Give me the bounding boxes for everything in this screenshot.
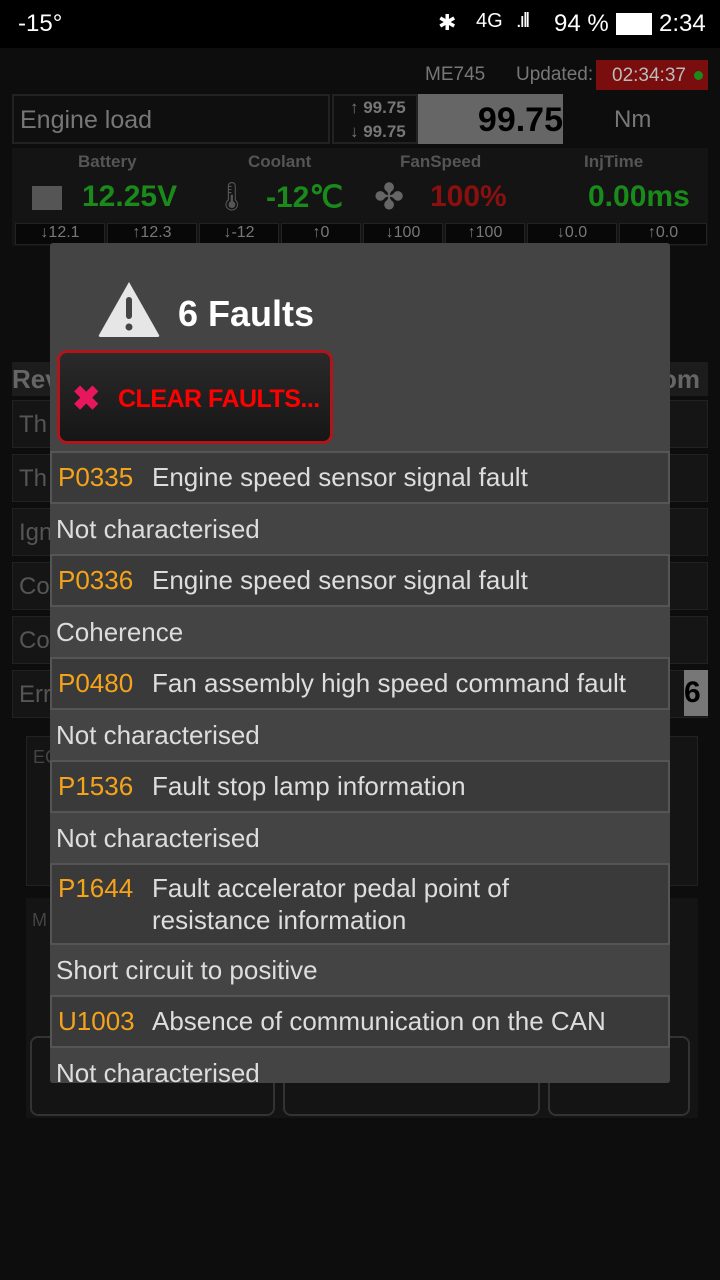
clear-faults-label: CLEAR FAULTS... bbox=[118, 385, 320, 413]
fault-description: Engine speed sensor signal fault bbox=[152, 462, 528, 492]
dialog-title: 6 Faults bbox=[178, 293, 315, 334]
fault-code: P0480 bbox=[58, 668, 134, 698]
fault-status: Coherence bbox=[50, 607, 670, 657]
gauge-label: Battery bbox=[78, 152, 137, 171]
fault-description: Fault accelerator pedal point of resista… bbox=[152, 873, 509, 935]
gauge-min: ↓-12 bbox=[199, 223, 279, 245]
battery-value: 12.25V bbox=[82, 180, 178, 213]
fault-description: Fault stop lamp information bbox=[152, 771, 466, 801]
gauge-max: ↑12.3 bbox=[107, 223, 197, 245]
fault-code: P1644 bbox=[58, 873, 134, 903]
gauge-min: ↓12.1 bbox=[15, 223, 105, 245]
fault-code: P1536 bbox=[58, 771, 134, 801]
gauge-min: ↓0.0 bbox=[527, 223, 617, 245]
coolant-value: -12℃ bbox=[266, 181, 344, 214]
updated-label: Updated: bbox=[516, 64, 594, 85]
battery-percent: 94 % bbox=[554, 10, 609, 37]
battery-icon bbox=[616, 13, 652, 35]
gauge-label: FanSpeed bbox=[400, 152, 482, 171]
gauge-max: ↑0 bbox=[281, 223, 361, 245]
fault-code: U1003 bbox=[58, 1006, 135, 1036]
fault-status: Not characterised bbox=[50, 813, 670, 863]
fault-code-row[interactable]: U1003 Absence of communication on the CAN bbox=[50, 995, 670, 1048]
clear-faults-button[interactable]: ✖ CLEAR FAULTS... bbox=[57, 350, 333, 444]
faults-dialog: 6 Faults ✖ CLEAR FAULTS... P0335 Engine s… bbox=[50, 243, 670, 1083]
fan-icon: ✤ bbox=[374, 176, 405, 217]
fault-code: P0336 bbox=[58, 565, 134, 595]
live-indicator-icon bbox=[694, 71, 703, 80]
gauge-max: ↑100 bbox=[445, 223, 525, 245]
fault-status: Not characterised bbox=[50, 504, 670, 554]
temperature: -15° bbox=[18, 10, 63, 37]
fault-description: Absence of communication on the CAN bbox=[152, 1006, 606, 1036]
param-unit: Nm bbox=[614, 106, 652, 133]
fault-list: P0335 Engine speed sensor signal fault No… bbox=[50, 451, 670, 1083]
signal-icon: .ıll bbox=[516, 10, 530, 32]
ecu-name: ME745 bbox=[425, 64, 486, 85]
battery-icon bbox=[32, 186, 62, 210]
fanspeed-value: 100% bbox=[430, 180, 507, 213]
param-minmax: ↑ 99.75 ↓ 99.75 bbox=[332, 94, 418, 144]
fault-code-row[interactable]: P1644 Fault accelerator pedal point of re… bbox=[50, 863, 670, 945]
fault-code-row[interactable]: P0336 Engine speed sensor signal fault bbox=[50, 554, 670, 607]
fault-code-row[interactable]: P0480 Fan assembly high speed command fau… bbox=[50, 657, 670, 710]
warning-icon bbox=[98, 282, 160, 337]
fault-code-row[interactable]: P1536 Fault stop lamp information bbox=[50, 760, 670, 813]
updated-time-text: 02:34:37 bbox=[612, 65, 686, 86]
gauge-label: InjTime bbox=[584, 152, 644, 171]
fault-code-row[interactable]: P0335 Engine speed sensor signal fault bbox=[50, 451, 670, 504]
gauge-label: Coolant bbox=[248, 152, 312, 171]
close-x-icon: ✖ bbox=[72, 380, 101, 418]
updated-time: 02:34:37 bbox=[596, 60, 708, 90]
param-label[interactable]: Engine load bbox=[12, 94, 330, 144]
error-count: 6 bbox=[684, 670, 708, 716]
clock: 2:34 bbox=[659, 10, 706, 37]
injtime-value: 0.00ms bbox=[588, 180, 690, 213]
fault-status: Not characterised bbox=[50, 1048, 670, 1083]
gauge-max: ↑0.0 bbox=[619, 223, 707, 245]
fault-code: P0335 bbox=[58, 462, 134, 492]
status-bar: -15° ✱ 4G .ıll 94 % 2:34 bbox=[0, 0, 720, 48]
thermometer-icon: 🌡 bbox=[214, 181, 250, 212]
fault-description: Engine speed sensor signal fault bbox=[152, 565, 528, 595]
gauge-min: ↓100 bbox=[363, 223, 443, 245]
bluetooth-icon: ✱ bbox=[438, 10, 457, 35]
param-min: ↓ 99.75 bbox=[350, 122, 406, 141]
param-value: 99.75 bbox=[418, 94, 563, 144]
fault-status: Not characterised bbox=[50, 710, 670, 760]
param-max: ↑ 99.75 bbox=[350, 98, 406, 117]
fault-status: Short circuit to positive bbox=[50, 945, 670, 995]
network-type: 4G bbox=[476, 10, 503, 32]
fault-description: Fan assembly high speed command fault bbox=[152, 668, 627, 698]
